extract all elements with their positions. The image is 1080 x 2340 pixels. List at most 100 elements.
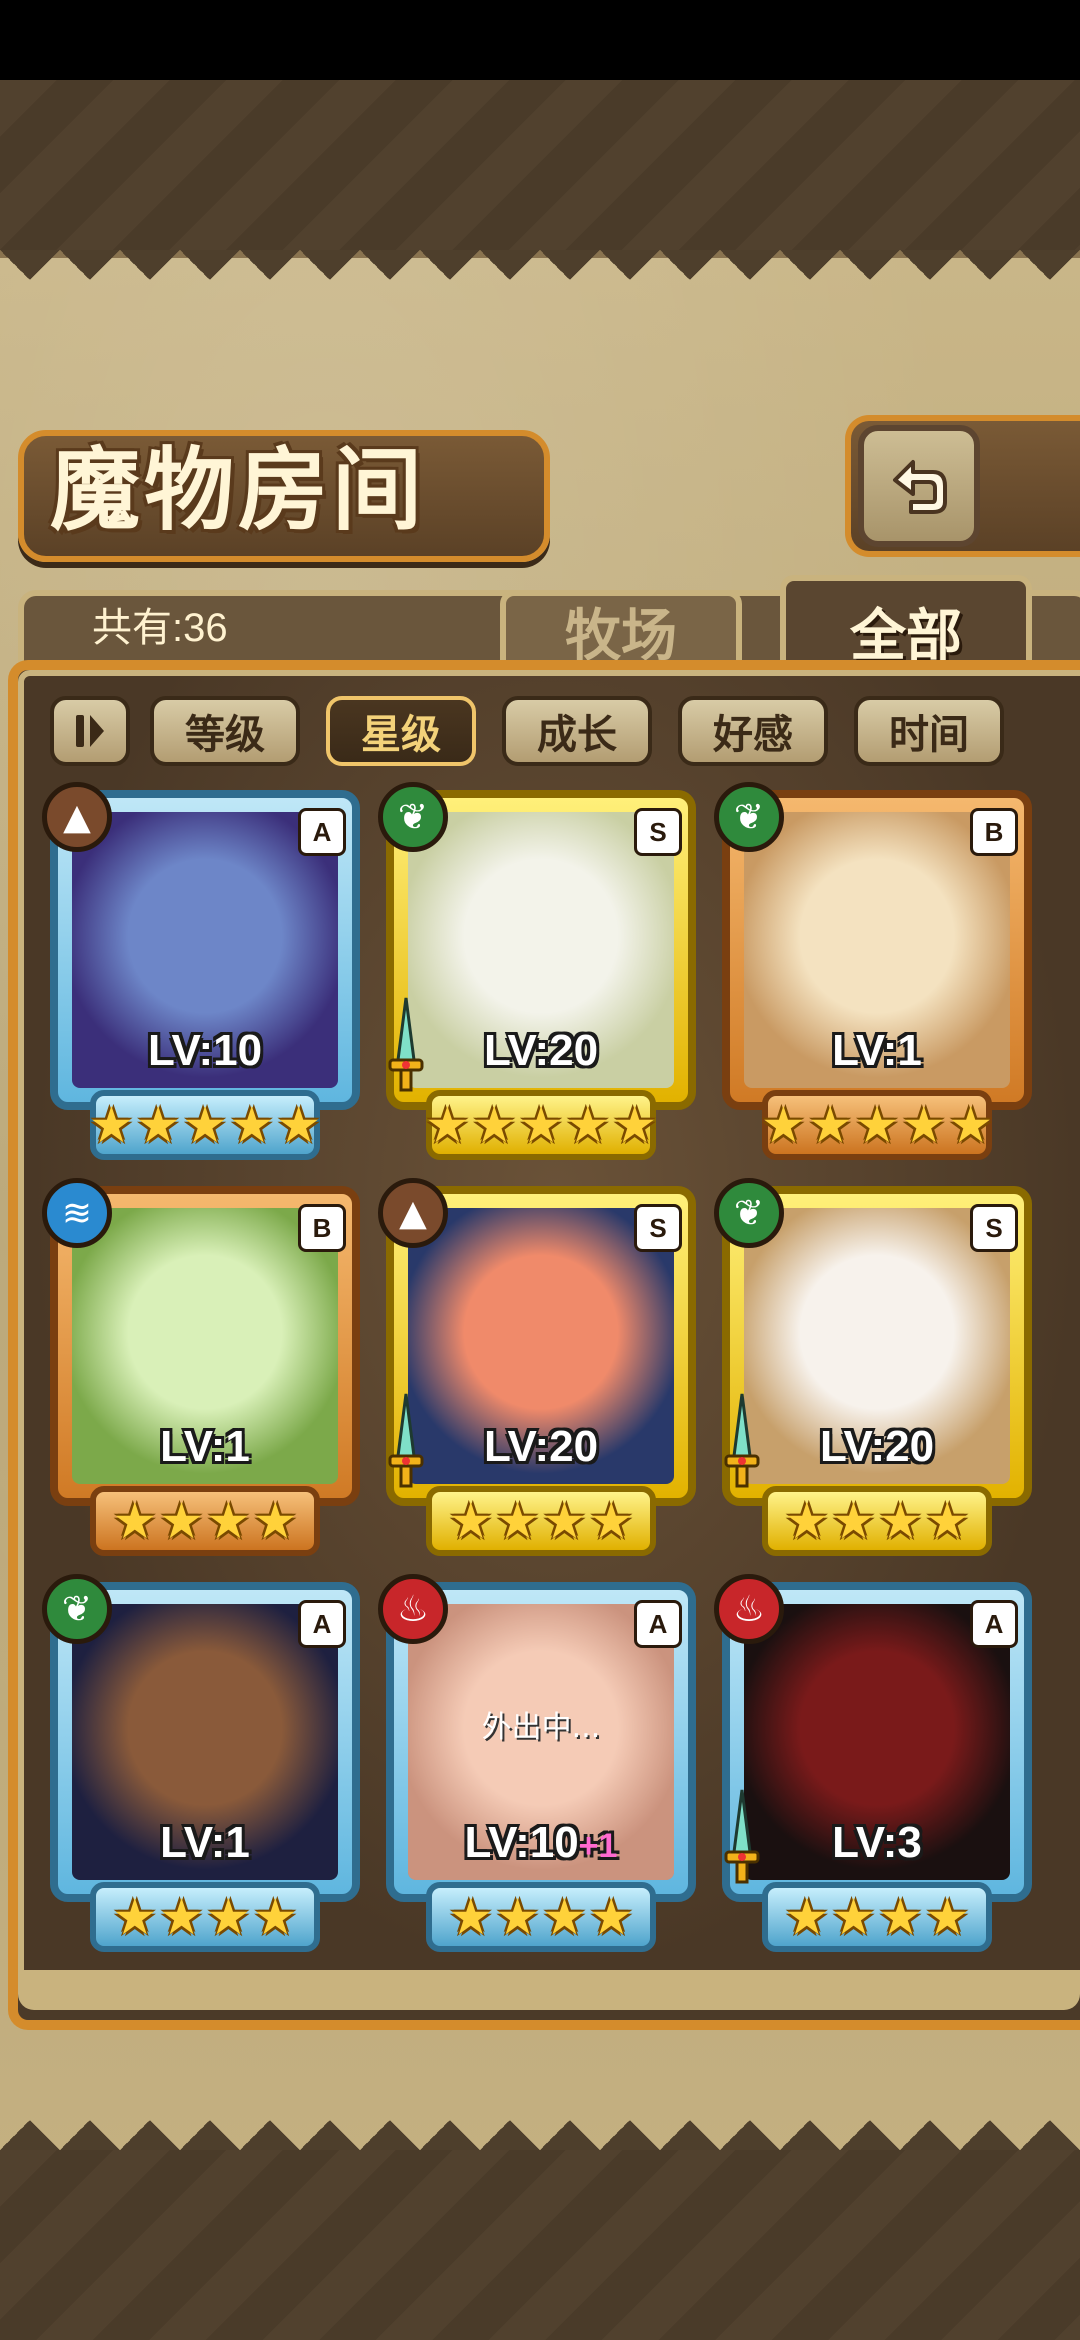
star-icon: ★ [112,1492,158,1550]
monster-card[interactable]: ♨ A LV:3 ★ ★ ★ ★ [714,1574,1032,1952]
monster-level: LV:1 [722,1026,1032,1076]
star-icon: ★ [878,1492,923,1550]
monster-level: LV:3 [722,1818,1032,1868]
rank-badge: A [970,1600,1018,1648]
panel-bottom-edge [18,1970,1080,2010]
rank-badge: S [970,1204,1018,1252]
star-icon: ★ [760,1096,806,1154]
star-icon: ★ [924,1888,970,1946]
star-icon: ★ [588,1492,634,1550]
earth-element-icon: ▲ [42,782,112,852]
star-icon: ★ [448,1492,494,1550]
star-rating: ★ ★ ★ ★ [762,1882,992,1952]
back-button[interactable] [858,425,980,547]
back-arrow-icon [893,460,947,514]
leaf-element-icon: ❦ [42,1574,112,1644]
star-rating: ★ ★ ★ ★ [426,1486,656,1556]
monster-level: LV:20 [722,1422,1032,1472]
sort-affection-button[interactable]: 好感 [678,696,828,766]
monster-level: LV:1 [50,1818,360,1868]
rank-badge: S [634,808,682,856]
star-icon: ★ [831,1888,876,1946]
water-element-icon: ≋ [42,1178,112,1248]
star-rating: ★ ★ ★ ★ ★ [88,1090,322,1160]
star-icon: ★ [448,1888,494,1946]
monster-card[interactable]: ❦ S LV:20 ★ ★ ★ ★ ★ [378,782,696,1160]
star-icon: ★ [518,1096,564,1154]
level-text: LV:1 [832,1026,922,1075]
background-bottom [0,2150,1080,2340]
star-rating: ★ ★ ★ ★ [90,1882,320,1952]
rank-badge: A [634,1600,682,1648]
star-icon: ★ [948,1096,994,1154]
star-rating: ★ ★ ★ ★ [426,1882,656,1952]
star-icon: ★ [88,1096,134,1154]
star-icon: ★ [229,1096,275,1154]
fire-element-icon: ♨ [714,1574,784,1644]
star-icon: ★ [784,1492,830,1550]
level-text: LV:20 [483,1026,599,1075]
level-bonus: +1 [578,1827,618,1865]
star-icon: ★ [854,1096,900,1154]
zigzag-border-top [0,250,1080,310]
star-icon: ★ [135,1096,181,1154]
earth-element-icon: ▲ [378,1178,448,1248]
monster-level: LV:10+1 [386,1818,696,1868]
star-icon: ★ [206,1888,251,1946]
star-rating: ★ ★ ★ ★ [762,1486,992,1556]
level-text: LV:1 [160,1818,250,1867]
sort-order-icon [76,715,104,747]
monster-level: LV:20 [386,1422,696,1472]
star-rating: ★ ★ ★ ★ [90,1486,320,1556]
rank-badge: S [634,1204,682,1252]
monster-card[interactable]: ▲ A LV:10 ★ ★ ★ ★ ★ [42,782,360,1160]
star-rating: ★ ★ ★ ★ ★ [760,1090,994,1160]
star-icon: ★ [252,1888,298,1946]
star-rating: ★ ★ ★ ★ ★ [424,1090,658,1160]
monster-level: LV:20 [386,1026,696,1076]
star-icon: ★ [276,1096,322,1154]
star-icon: ★ [182,1096,228,1154]
star-icon: ★ [471,1096,517,1154]
sort-time-button[interactable]: 时间 [854,696,1004,766]
sort-order-button[interactable] [50,696,130,766]
level-text: LV:1 [160,1422,250,1471]
page-title: 魔物房间 [50,437,426,543]
star-icon: ★ [159,1888,204,1946]
star-icon: ★ [542,1492,587,1550]
level-text: LV:3 [832,1818,922,1867]
rank-badge: B [970,808,1018,856]
rank-badge: A [298,1600,346,1648]
monster-level: LV:1 [50,1422,360,1472]
fire-element-icon: ♨ [378,1574,448,1644]
star-icon: ★ [807,1096,853,1154]
sort-level-button[interactable]: 等级 [150,696,300,766]
star-icon: ★ [612,1096,658,1154]
level-text: LV:10 [464,1818,579,1867]
level-text: LV:20 [483,1422,599,1471]
status-bar [0,0,1080,80]
star-icon: ★ [495,1888,540,1946]
monster-card[interactable]: ❦ A LV:1 ★ ★ ★ ★ [42,1574,360,1952]
star-icon: ★ [878,1888,923,1946]
monster-card[interactable]: ▲ S LV:20 ★ ★ ★ ★ [378,1178,696,1556]
monster-card[interactable]: ❦ S LV:20 ★ ★ ★ ★ [714,1178,1032,1556]
star-icon: ★ [542,1888,587,1946]
star-icon: ★ [112,1888,158,1946]
monster-card[interactable]: ≋ B LV:1 ★ ★ ★ ★ [42,1178,360,1556]
star-icon: ★ [424,1096,470,1154]
level-text: LV:10 [147,1026,263,1075]
star-icon: ★ [831,1492,876,1550]
sort-star-button[interactable]: 星级 [326,696,476,766]
sort-growth-button[interactable]: 成长 [502,696,652,766]
zigzag-border-bottom [0,2090,1080,2150]
star-icon: ★ [159,1492,204,1550]
monster-card[interactable]: 外出中... ♨ A LV:10+1 ★ ★ ★ ★ [378,1574,696,1952]
away-status: 外出中... [481,1710,601,1745]
rank-badge: B [298,1204,346,1252]
monster-level: LV:10 [50,1026,360,1076]
star-icon: ★ [206,1492,251,1550]
star-icon: ★ [784,1888,830,1946]
star-icon: ★ [252,1492,298,1550]
monster-card[interactable]: ❦ B LV:1 ★ ★ ★ ★ ★ [714,782,1032,1160]
